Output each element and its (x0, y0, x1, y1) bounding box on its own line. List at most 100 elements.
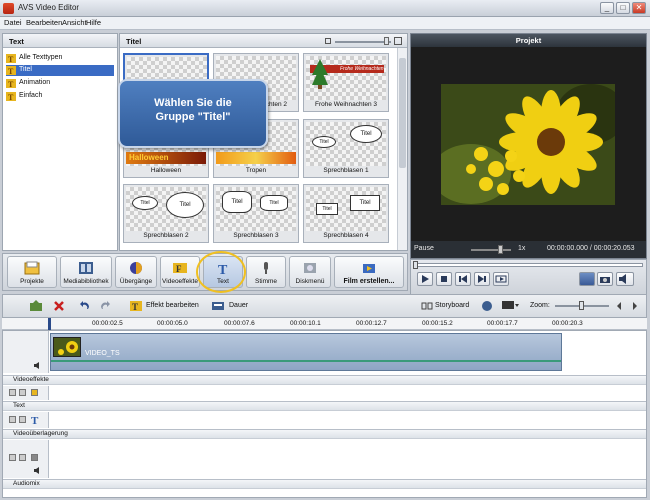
projekte-button[interactable]: Projekte (7, 256, 57, 288)
playhead[interactable] (48, 318, 51, 330)
playback-status: Pause (414, 245, 434, 252)
speaker-icon[interactable] (33, 361, 43, 370)
svg-text:T: T (8, 67, 14, 75)
thumbnail-sprechblasen-1[interactable]: Titel Titel Sprechblasen 1 (303, 119, 389, 178)
timeline-toolbar: T Effekt bearbeiten Dauer Storyboard Zoo… (2, 294, 647, 318)
section-audiomix[interactable]: Audiomix (3, 479, 646, 489)
videoeffekte-track-header (3, 386, 49, 400)
menu-bearbeiten[interactable]: Bearbeiten (26, 18, 62, 27)
skip-back-icon (459, 275, 467, 283)
zoom-slider-handle[interactable] (579, 301, 584, 310)
audio-settings-icon[interactable] (481, 300, 493, 312)
undo-icon[interactable] (79, 300, 91, 312)
display-mode-icon[interactable] (501, 300, 519, 312)
ruler-tick: 00:00:15.2 (422, 320, 453, 327)
text-type-icon: T (6, 92, 16, 101)
seek-handle[interactable] (413, 261, 418, 269)
shout-bubble: Titel (260, 195, 288, 211)
video-effects-icon: F (173, 263, 187, 274)
lock-icon[interactable] (19, 389, 26, 396)
volume-button[interactable] (616, 272, 634, 286)
eye-icon[interactable] (9, 454, 16, 461)
tree-item-titel[interactable]: T Titel (6, 65, 114, 76)
large-thumb-icon[interactable] (394, 37, 402, 45)
tropical-banner (216, 152, 296, 164)
diskmenue-button[interactable]: Diskmenü (289, 256, 331, 288)
speed-slider[interactable] (471, 249, 511, 251)
small-thumb-icon[interactable] (325, 38, 331, 44)
speaker-icon[interactable] (33, 466, 43, 475)
menu-hilfe[interactable]: Hilfe (86, 18, 101, 27)
redo-icon[interactable] (99, 300, 111, 312)
fullscreen-button[interactable] (493, 272, 509, 286)
video-track-header (3, 331, 49, 373)
close-button[interactable]: ✕ (632, 2, 646, 14)
titles-scrollbar[interactable] (397, 48, 407, 250)
speech-bubble: Titel (350, 125, 382, 143)
eye-icon[interactable] (9, 389, 16, 396)
film-erstellen-button[interactable]: Film erstellen... (334, 256, 404, 288)
stimme-button[interactable]: Stimme (246, 256, 286, 288)
previous-frame-button[interactable] (455, 272, 471, 286)
skip-forward-icon (478, 275, 486, 283)
thumbnail-sprechblasen-3[interactable]: Titel Titel Sprechblasen 3 (213, 184, 299, 243)
ruler-tick: 00:00:20.3 (552, 320, 583, 327)
text-type-header: Text (3, 34, 117, 48)
video-preview[interactable] (441, 84, 615, 205)
christmas-tree-icon (312, 59, 328, 89)
thumb-size-slider[interactable] (335, 41, 391, 43)
storyboard-icon (421, 302, 433, 310)
play-icon (422, 275, 429, 283)
minimize-button[interactable]: _ (600, 2, 614, 14)
thumbnail-frohe-weihnachten-3[interactable]: Frohe Weihnachten Frohe Weihnachten 3 (303, 53, 389, 112)
audio-waveform (51, 360, 561, 362)
playback-controls (410, 259, 647, 297)
next-frame-button[interactable] (474, 272, 490, 286)
playback-speed: 1x (518, 245, 526, 252)
thumbnail-sprechblasen-4[interactable]: Titel Titel Sprechblasen 4 (303, 184, 389, 243)
menu-datei[interactable]: Datei (4, 18, 22, 27)
fit-timeline-icon[interactable] (615, 300, 639, 312)
stop-button[interactable] (436, 272, 452, 286)
speed-slider-handle[interactable] (498, 245, 503, 254)
section-text[interactable]: Text (3, 401, 646, 411)
play-button[interactable] (417, 272, 433, 286)
videoeffekte-button[interactable]: F Videoeffekte (160, 256, 200, 288)
effect-edit-icon: T (130, 301, 142, 312)
delete-icon[interactable] (53, 300, 65, 312)
mediabibliothek-button[interactable]: Mediabibliothek (60, 256, 112, 288)
projects-icon (24, 261, 40, 275)
maximize-button[interactable]: □ (616, 2, 630, 14)
fullscreen-icon (495, 275, 507, 283)
eye-icon[interactable] (9, 416, 16, 423)
section-videoeffekte[interactable]: Videoeffekte (3, 375, 646, 385)
svg-text:T: T (8, 93, 14, 101)
effect-edit-button[interactable]: Effekt bearbeiten (146, 302, 199, 309)
storyboard-button[interactable]: Storyboard (435, 302, 469, 309)
preview-mode-button[interactable] (579, 272, 595, 286)
menu-ansicht[interactable]: Ansicht (62, 18, 87, 27)
video-clip[interactable]: VIDEO_TS (50, 333, 562, 371)
thumb-size-slider-handle[interactable] (384, 37, 389, 45)
uebergaenge-button[interactable]: Übergänge (115, 256, 157, 288)
timeline-ruler[interactable]: 00:00:02.5 00:00:05.0 00:00:07.6 00:00:1… (2, 318, 647, 330)
section-videoueberlagerung[interactable]: Videoüberlagerung (3, 429, 646, 439)
thumbnail-sprechblasen-2[interactable]: Titel Titel Sprechblasen 2 (123, 184, 209, 243)
disc-menu-icon (304, 263, 316, 273)
titles-header-label: Titel (126, 37, 142, 46)
titles-header: Titel (120, 34, 407, 48)
svg-text:T: T (132, 302, 138, 312)
video-effects-icon (31, 389, 38, 396)
snapshot-button[interactable] (597, 272, 613, 286)
create-movie-icon (363, 264, 375, 273)
highlight-ring (196, 251, 246, 293)
text-type-panel: Text T Alle Texttypen T Titel T Animatio… (2, 33, 118, 251)
lock-icon[interactable] (19, 416, 26, 423)
box-bubble: Titel (350, 195, 380, 211)
speech-bubble: Titel (312, 136, 336, 148)
scrollbar-thumb[interactable] (399, 58, 406, 168)
add-clip-icon[interactable] (29, 300, 43, 312)
seek-bar[interactable] (415, 263, 643, 267)
lock-icon[interactable] (19, 454, 26, 461)
duration-button[interactable]: Dauer (229, 302, 248, 309)
